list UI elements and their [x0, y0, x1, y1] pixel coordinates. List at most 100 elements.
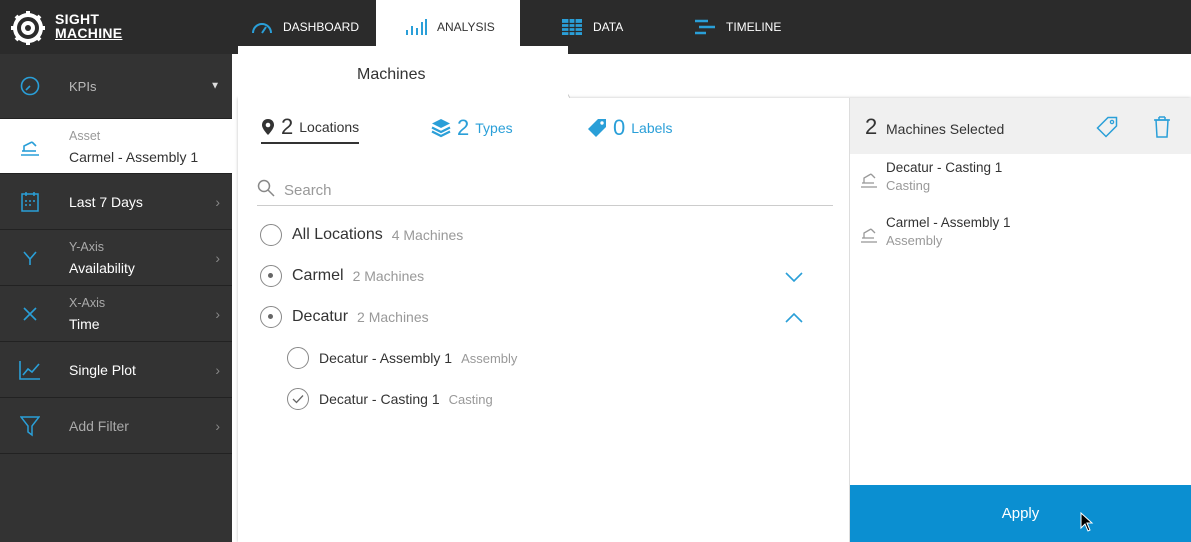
filter-tab-types[interactable]: 2 Types [431, 112, 513, 144]
sidebar-item-plot[interactable]: Single Plot › [0, 342, 232, 398]
radio-decatur-assembly-1[interactable] [287, 347, 309, 369]
x-axis-icon [18, 302, 42, 326]
funnel-icon [18, 414, 42, 438]
tag-icon [588, 119, 606, 137]
decatur-name: Decatur [292, 308, 349, 325]
nav-dashboard-label: DASHBOARD [283, 20, 360, 34]
nav-data-label: DATA [593, 20, 624, 34]
decatur-assembly-type: Assembly [461, 350, 518, 366]
mouse-cursor-icon [1080, 512, 1094, 532]
app-window: SIGHT MACHINE DASHBOARD ANALYSIS DATA TI… [0, 0, 1191, 542]
chevron-right-icon: › [215, 417, 220, 434]
caret-down-icon: ▼ [210, 80, 220, 92]
line-chart-icon [18, 358, 42, 382]
search-box [257, 174, 833, 206]
filter-tab-locations[interactable]: 2 Locations [261, 112, 360, 144]
machine-arm-icon [861, 173, 877, 188]
tab-machines[interactable]: Machines [238, 46, 568, 98]
locations-count: 2 [281, 114, 294, 139]
chevron-right-icon: › [215, 193, 220, 210]
trash-icon[interactable] [1153, 116, 1171, 138]
decatur-casting-type: Casting [448, 391, 493, 407]
decatur-count: 2 Machines [357, 309, 429, 325]
decatur-assembly-name: Decatur - Assembly 1 [319, 350, 453, 366]
y-axis-icon [18, 246, 42, 270]
nav-timeline[interactable]: TIMELINE [694, 0, 781, 54]
list-item-all-locations[interactable]: All Locations 4 Machines [260, 220, 463, 250]
labels-count: 0 [613, 115, 626, 140]
sidebar-item-add-filter[interactable]: Add Filter › [0, 398, 232, 454]
sidebar-item-kpis[interactable]: KPIs ▼ [0, 54, 232, 119]
radio-all-locations[interactable] [260, 224, 282, 246]
kpi-dial-icon [18, 74, 42, 98]
search-icon [257, 179, 275, 197]
nav-analysis-label: ANALYSIS [437, 20, 495, 34]
selected-item-type: Casting [886, 178, 931, 193]
tag-outline-icon[interactable] [1096, 116, 1118, 138]
layers-icon [431, 119, 451, 138]
sidebar-xaxis-caption: X-Axis [69, 296, 106, 310]
nav-data[interactable]: DATA [561, 0, 623, 54]
sidebar-plot-label: Single Plot [69, 362, 136, 378]
tab-machines-label: Machines [357, 66, 426, 83]
carmel-count: 2 Machines [352, 268, 425, 284]
sidebar-yaxis-value: Availability [69, 260, 135, 276]
sidebar-item-period[interactable]: Last 7 Days › [0, 174, 232, 230]
sidebar-item-asset[interactable]: Asset Carmel - Assembly 1 [0, 119, 232, 174]
selected-item-type: Assembly [886, 233, 943, 248]
list-item-decatur-assembly-1[interactable]: Decatur - Assembly 1 Assembly [287, 343, 517, 373]
chevron-right-icon: › [215, 305, 220, 322]
speedometer-icon [252, 23, 272, 34]
bar-chart-icon [406, 19, 427, 35]
sidebar-yaxis-caption: Y-Axis [69, 240, 104, 254]
sidebar-item-xaxis[interactable]: X-Axis Time › [0, 286, 232, 342]
brand-logo[interactable]: SIGHT MACHINE [10, 8, 140, 48]
selected-item-name: Decatur - Casting 1 [886, 160, 1003, 175]
nav-timeline-label: TIMELINE [726, 20, 782, 34]
sidebar: KPIs ▼ Asset Carmel - Assembly 1 Last 7 … [0, 54, 232, 542]
locations-label: Locations [299, 119, 360, 135]
selected-count: 2 [865, 114, 878, 139]
apply-button[interactable]: Apply [850, 485, 1191, 542]
selected-item-name: Carmel - Assembly 1 [886, 215, 1011, 230]
gear-logo-icon [11, 11, 45, 45]
brand-line-1: SIGHT [55, 11, 100, 27]
chevron-down-icon[interactable] [785, 271, 803, 283]
search-input[interactable] [284, 180, 824, 200]
table-grid-icon [562, 19, 582, 35]
sidebar-item-yaxis[interactable]: Y-Axis Availability › [0, 230, 232, 286]
all-locations-name: All Locations [292, 226, 383, 243]
list-item-decatur[interactable]: Decatur 2 Machines [260, 302, 429, 332]
machine-arm-icon [861, 228, 877, 243]
sidebar-asset-caption: Asset [69, 129, 101, 143]
carmel-name: Carmel [292, 267, 344, 284]
location-pin-icon [262, 119, 274, 135]
selected-header: 2 Machines Selected [850, 98, 1191, 154]
brand-line-2: MACHINE [55, 25, 123, 41]
chevron-right-icon: › [215, 249, 220, 266]
radio-carmel[interactable] [260, 265, 282, 287]
top-nav-bar: SIGHT MACHINE DASHBOARD ANALYSIS DATA TI… [0, 0, 1191, 54]
decatur-casting-name: Decatur - Casting 1 [319, 391, 440, 407]
chevron-right-icon: › [215, 361, 220, 378]
sidebar-asset-value: Carmel - Assembly 1 [69, 149, 199, 165]
sidebar-filter-label: Add Filter [69, 418, 129, 434]
types-label: Types [475, 120, 513, 136]
sidebar-period-label: Last 7 Days [69, 194, 143, 210]
filter-tab-labels[interactable]: 0 Labels [587, 112, 673, 144]
list-item-carmel[interactable]: Carmel 2 Machines [260, 261, 424, 291]
list-item-decatur-casting-1[interactable]: Decatur - Casting 1 Casting [287, 384, 493, 414]
brand-name: SIGHT MACHINE [55, 12, 122, 40]
types-count: 2 [457, 115, 470, 140]
timeline-icon [695, 19, 715, 35]
checked-circle-icon[interactable] [287, 388, 309, 410]
calendar-icon [18, 190, 42, 214]
selected-label: Machines Selected [886, 121, 1005, 137]
labels-label: Labels [631, 120, 673, 136]
all-locations-count: 4 Machines [391, 227, 464, 243]
radio-decatur[interactable] [260, 306, 282, 328]
sidebar-xaxis-value: Time [69, 316, 100, 332]
chevron-up-icon[interactable] [785, 312, 803, 324]
sidebar-kpis-label: KPIs [69, 79, 97, 94]
machine-arm-icon [18, 134, 42, 158]
